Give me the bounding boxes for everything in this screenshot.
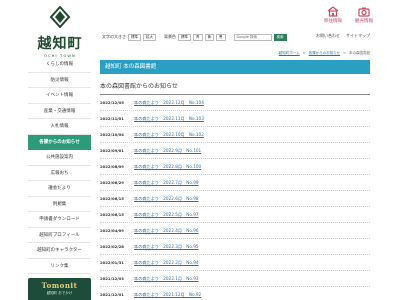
sidebar-item-department-notices[interactable]: 各課からのお知らせ — [28, 134, 91, 150]
main-content: 越知町 本の森図書館 本の森図書館からのお知らせ 2022/12/05 本の森だ… — [100, 60, 370, 300]
sidebar-item-bidding[interactable]: 入札情報 — [28, 119, 91, 135]
breadcrumb-home[interactable]: 越知町ホーム — [279, 51, 300, 56]
sidebar-item-industry-transport[interactable]: 産業・交通情報 — [28, 103, 91, 119]
news-link[interactable]: 本の森だより 2022.4月 No.96 — [134, 228, 199, 234]
sitemap-link[interactable]: サイトマップ — [346, 33, 370, 39]
font-size-label: 文字の大きさ — [102, 34, 126, 39]
news-link[interactable]: 本の森だより 2022.6月 No.98 — [134, 196, 199, 202]
utility-links: お問い合わせ サイトマップ — [316, 33, 370, 39]
news-date: 2022/06/15 — [100, 212, 124, 217]
tomonit-banner[interactable]: Tomonit 越知町 おでかけ — [28, 278, 91, 300]
breadcrumb-notices[interactable]: 各課からのお知らせ — [309, 51, 340, 56]
font-size-large-button[interactable]: 拡大 — [143, 33, 156, 41]
news-link[interactable]: 本の森だより 2022.5月 No.97 — [134, 212, 199, 218]
sidebar-item-town-profile[interactable]: 越知町プロフィール — [28, 227, 91, 243]
news-link[interactable]: 本の森だより 2022.3月 No.95 — [134, 244, 199, 250]
news-date: 2022/11/01 — [100, 116, 124, 121]
news-date: 2022/09/01 — [100, 148, 124, 153]
bg-yellow-button[interactable]: 黄 — [204, 33, 214, 41]
town-emblem-icon — [49, 5, 71, 29]
tourism-info-label: 観光情報 — [355, 19, 373, 24]
news-item: 2022/11/01 本の森だより 2022.11月 No.103 — [100, 111, 370, 127]
site-logo[interactable]: 越知町 OCHI TOWN — [30, 5, 90, 58]
news-link[interactable]: 本の森だより 2022.12月 No.104 — [134, 100, 204, 106]
tourism-info-link[interactable]: 観光情報 — [349, 4, 379, 28]
news-date: 2022/12/05 — [100, 100, 124, 105]
news-date: 2022/08/09 — [100, 164, 124, 169]
news-link[interactable]: 本の森だより 2022.8月 No.100 — [134, 164, 201, 170]
news-link[interactable]: 本の森だより 2022.7月 No.99 — [134, 180, 199, 186]
news-date: 2022/06/29 — [100, 180, 124, 185]
bg-standard-button[interactable]: 標準 — [178, 33, 191, 41]
search-input[interactable]: Google 検索 — [233, 33, 272, 41]
news-link[interactable]: 本の森だより 2022.1月 No.93 — [134, 276, 199, 282]
sidebar-item-living-info[interactable]: くらしの情報 — [28, 57, 91, 73]
section-title: 本の森図書館からのお知らせ — [100, 81, 370, 95]
sidebar-nav: くらしの情報 防災情報 イベント情報 産業・交通情報 入札情報 各課からのお知ら… — [28, 57, 91, 300]
bg-blue-button[interactable]: 青 — [193, 33, 203, 41]
news-date: 2022/06/15 — [100, 196, 124, 201]
news-date: 2022/02/28 — [100, 244, 124, 249]
news-link[interactable]: 本の森だより 2021.12月 No.92 — [134, 292, 201, 298]
migration-info-label: 移住情報 — [324, 19, 342, 24]
breadcrumb-separator: > — [343, 51, 346, 55]
news-item: 2022/06/15 本の森だより 2022.6月 No.98 — [100, 191, 370, 207]
migration-info-link[interactable]: 移住情報 — [318, 4, 348, 28]
news-link[interactable]: 本の森だより 2022.10月 No.102 — [134, 132, 204, 138]
news-item: 2022/04/09 本の森だより 2022.4月 No.96 — [100, 223, 370, 239]
news-link[interactable]: 本の森だより 2022.2月 No.94 — [134, 260, 199, 266]
news-item: 2022/06/29 本の森だより 2022.7月 No.99 — [100, 175, 370, 191]
news-date: 2022/04/09 — [100, 228, 124, 233]
sidebar-item-form-downloads[interactable]: 申請書ダウンロード — [28, 212, 91, 228]
sidebar-item-disaster-info[interactable]: 防災情報 — [28, 72, 91, 88]
bg-black-button[interactable]: 黒 — [216, 33, 226, 41]
news-date: 2022/01/31 — [100, 260, 124, 265]
accessibility-controls: 文字の大きさ 標準 拡大 背景色 標準 青 黄 黒 Google 検索 検索 — [102, 33, 287, 41]
sidebar-item-links[interactable]: リンク集 — [28, 258, 91, 274]
banner-subtitle: 越知町 おでかけ — [46, 291, 73, 295]
camera-icon — [358, 7, 370, 17]
news-date: 2021/12/03 — [100, 276, 124, 281]
sidebar-item-town-newsletter[interactable]: 広報おち — [28, 165, 91, 181]
news-item: 2021/12/01 本の森だより 2021.12月 No.92 — [100, 287, 370, 300]
sidebar-item-regulations[interactable]: 例規集 — [28, 196, 91, 212]
news-link[interactable]: 本の森だより 2022.9月 No.101 — [134, 148, 201, 154]
news-item: 2022/06/15 本の森だより 2022.5月 No.97 — [100, 207, 370, 223]
news-item: 2022/01/31 本の森だより 2022.2月 No.94 — [100, 255, 370, 271]
page-title: 越知町 本の森図書館 — [100, 60, 370, 74]
bg-color-label: 背景色 — [164, 34, 176, 39]
sidebar-item-assembly-news[interactable]: 議会だより — [28, 181, 91, 197]
search-button[interactable]: 検索 — [273, 33, 287, 41]
contact-link[interactable]: お問い合わせ — [316, 33, 340, 39]
news-link[interactable]: 本の森だより 2022.11月 No.103 — [134, 116, 204, 122]
breadcrumb-separator: > — [302, 51, 306, 55]
news-item: 2022/08/09 本の森だより 2022.8月 No.100 — [100, 159, 370, 175]
news-item: 2022/12/05 本の森だより 2022.12月 No.104 — [100, 95, 370, 111]
news-item: 2022/09/01 本の森だより 2022.9月 No.101 — [100, 143, 370, 159]
sidebar-item-events[interactable]: イベント情報 — [28, 88, 91, 104]
house-icon — [327, 6, 339, 17]
news-date: 2021/12/01 — [100, 292, 124, 297]
sidebar-item-public-facilities[interactable]: 公共施設案内 — [28, 150, 91, 166]
news-item: 2021/12/03 本の森だより 2022.1月 No.93 — [100, 271, 370, 287]
news-item: 2022/02/28 本の森だより 2022.3月 No.95 — [100, 239, 370, 255]
news-date: 2022/10/04 — [100, 132, 124, 137]
font-size-standard-button[interactable]: 標準 — [128, 33, 141, 41]
breadcrumb-current: 本の森図書館 — [349, 51, 370, 55]
banner-title: Tomonit — [41, 281, 78, 290]
news-item: 2022/10/04 本の森だより 2022.10月 No.102 — [100, 127, 370, 143]
logo-name: 越知町 — [37, 36, 83, 52]
sidebar-item-town-character[interactable]: 越知町のキャラクター — [28, 243, 91, 259]
breadcrumb: 越知町ホーム > 各課からのお知らせ > 本の森図書館 — [279, 51, 370, 56]
